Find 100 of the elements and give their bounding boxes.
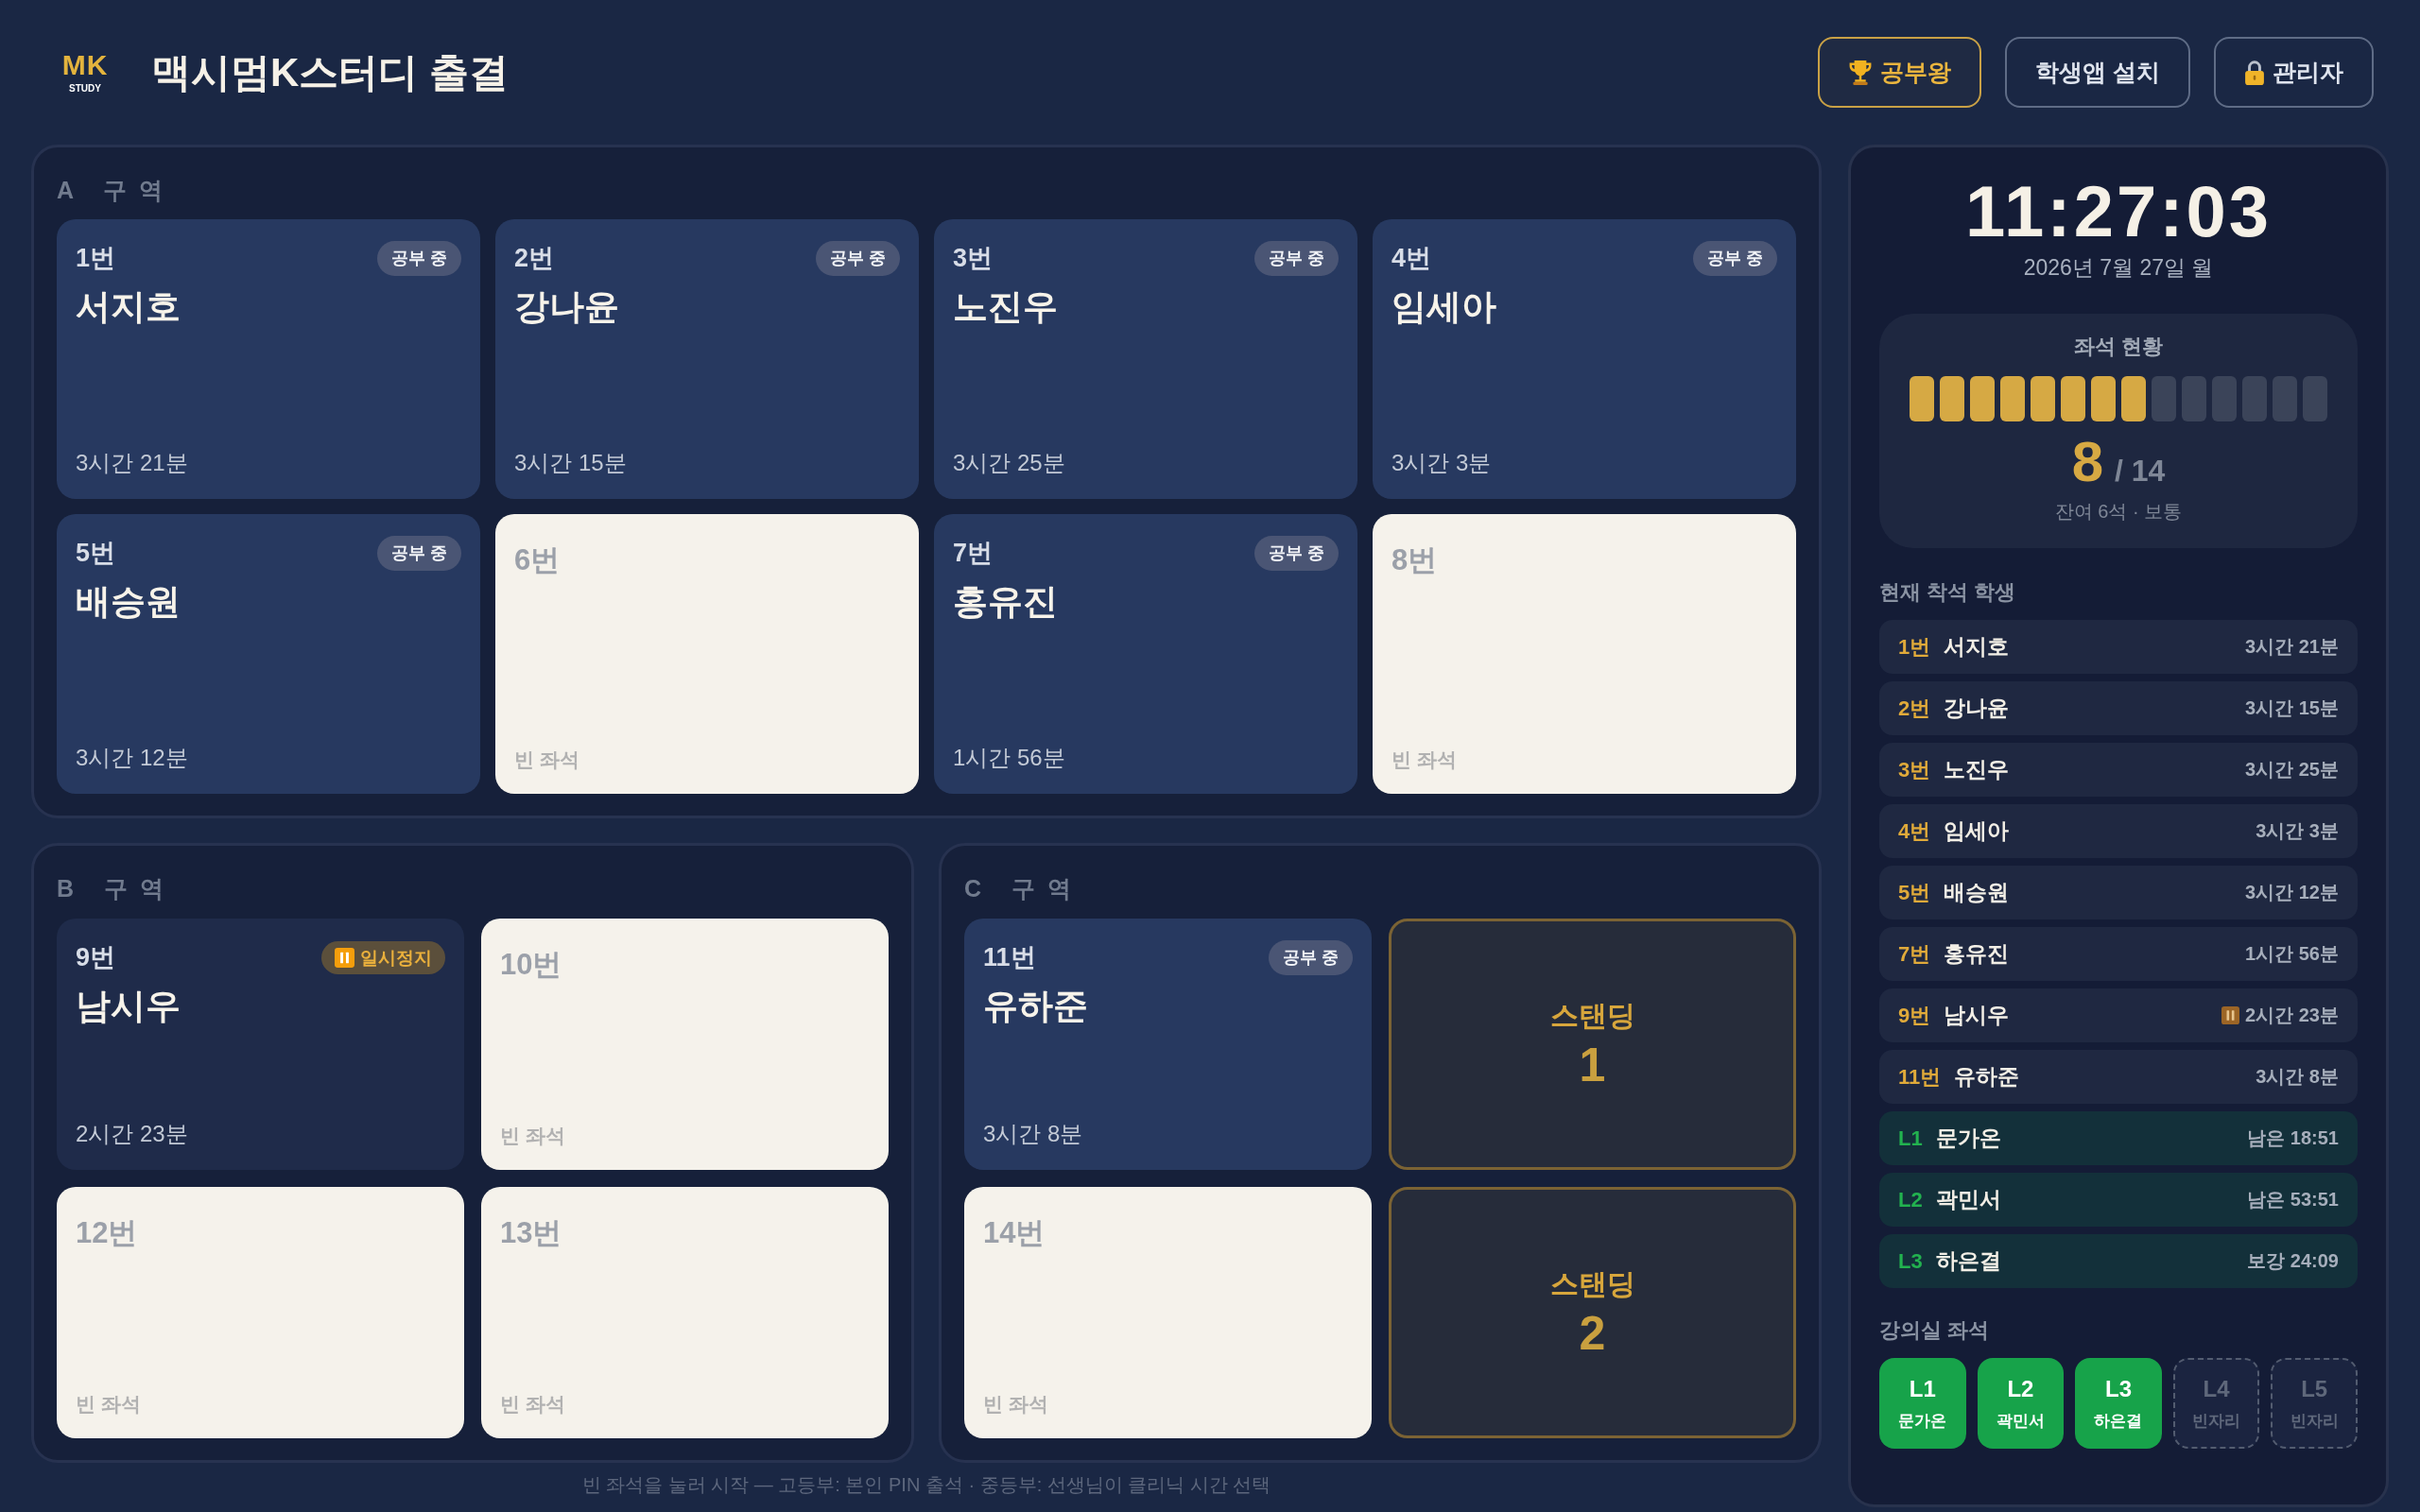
standing-seat-card[interactable]: 스탠딩 2 <box>1389 1187 1796 1438</box>
trophy-icon <box>1848 60 1874 85</box>
elapsed-time: 3시간 3분 <box>1392 449 1492 477</box>
elapsed-time: 3시간 12분 <box>76 744 188 772</box>
seat-card[interactable]: 1번 공부 중 서지호 3시간 21분 <box>57 219 480 499</box>
footer-note: 빈 좌석을 눌러 시작 — 고등부: 본인 PIN 출석 · 중등부: 선생님이 클리닉 시간 선택 <box>581 1474 1271 1495</box>
seat-card[interactable]: 7번 공부 중 홍유진 1시간 56분 <box>934 514 1357 794</box>
elapsed-time: 1시간 56분 <box>2245 942 2339 966</box>
elapsed-time: 3시간 25분 <box>2245 758 2339 782</box>
section-title: 강의실 좌석 <box>1879 1317 1990 1344</box>
elapsed-time: 남은 53:51 <box>2247 1188 2339 1211</box>
ranking-button[interactable]: 공부왕 <box>1818 37 1982 108</box>
logo-subtext: STUDY <box>69 83 101 94</box>
admin-button[interactable]: 관리자 <box>2214 37 2374 108</box>
pause-icon <box>2221 1006 2240 1024</box>
status-badge: 공부 중 <box>1254 240 1339 276</box>
seat-number: 1번 <box>76 243 116 274</box>
status-badge: 공부 중 <box>816 240 900 276</box>
seat-number: 14번 <box>983 1215 1046 1251</box>
seat-number: 12번 <box>76 1215 138 1251</box>
seat-number: 10번 <box>500 947 562 983</box>
student-name: 서지호 <box>76 286 181 328</box>
status-badge: 공부 중 <box>1269 939 1353 975</box>
pause-icon <box>335 947 354 968</box>
install-button[interactable]: 학생앱 설치 <box>2005 37 2190 108</box>
seat-number: 5번 <box>1898 879 1931 906</box>
elapsed-time: 2시간 23분 <box>76 1120 188 1148</box>
status-label: 일시정지 <box>360 947 432 968</box>
elapsed-time: 3시간 21분 <box>76 449 188 477</box>
empty-seat-label: 빈 좌석 <box>500 1124 565 1148</box>
remaining-label: 잔여 6석 · 보통 <box>2054 500 2183 524</box>
student-name: 남시우 <box>76 986 181 1027</box>
elapsed-time: 3시간 15분 <box>2245 696 2339 720</box>
seat-number: 6번 <box>514 542 561 578</box>
elapsed-time: 3시간 8분 <box>2256 1065 2339 1089</box>
seat-card[interactable]: 11번 공부 중 유하준 3시간 8분 <box>964 919 1372 1170</box>
seat-number: 11번 <box>983 942 1036 973</box>
total-seats: / 14 <box>2115 454 2166 489</box>
student-name: 하은결 <box>1935 1247 2001 1275</box>
student-name: 배승원 <box>76 581 181 623</box>
student-name: 홍유진 <box>1944 940 2010 968</box>
standing-label: 스탠딩 <box>1549 998 1635 1033</box>
status-badge: 공부 중 <box>1693 240 1777 276</box>
seat-card[interactable]: 3번 공부 중 노진우 3시간 25분 <box>934 219 1357 499</box>
seat-number: 3번 <box>1898 756 1931 783</box>
clock-time: 11:27:03 <box>1965 172 2272 251</box>
seat-number: 7번 <box>953 538 994 569</box>
seat-card[interactable]: 2번 공부 중 강나윤 3시간 15분 <box>495 219 919 499</box>
lock-icon <box>2244 60 2265 85</box>
zone-label: B 구역 <box>57 873 175 903</box>
student-name: 노진우 <box>953 286 1058 328</box>
seat-number: 5번 <box>76 538 116 569</box>
seat-number: 2번 <box>514 243 555 274</box>
elapsed-time: 3시간 12분 <box>2245 881 2339 904</box>
elapsed-time: 남은 18:51 <box>2247 1126 2339 1150</box>
empty-seat-label: 빈 좌석 <box>514 747 579 772</box>
student-name: 강나윤 <box>514 286 619 328</box>
seat-number: 9번 <box>76 942 116 973</box>
seat-number: 2번 <box>1898 695 1931 722</box>
zone-label: C 구역 <box>964 873 1082 903</box>
seat-number: 13번 <box>500 1215 562 1251</box>
seat-number: L3 <box>1898 1248 1923 1274</box>
occupancy-title: 좌석 현황 <box>2073 334 2164 360</box>
status-badge: 공부 중 <box>377 535 461 571</box>
seat-number: 1번 <box>1898 633 1931 661</box>
seat-number: L2 <box>1898 1187 1923 1212</box>
seat-card[interactable]: 4번 공부 중 임세아 3시간 3분 <box>1373 219 1796 499</box>
lecture-seat[interactable]: L1 문가온 <box>1879 1358 1966 1449</box>
student-name: 남시우 <box>1944 1002 2010 1029</box>
seat-number: 8번 <box>1392 542 1438 578</box>
elapsed-time: 3시간 3분 <box>2256 819 2339 843</box>
zone-label: A 구역 <box>57 175 175 205</box>
elapsed-time: 3시간 21분 <box>2245 635 2339 659</box>
elapsed-time: 3시간 15분 <box>514 449 627 477</box>
student-name: 서지호 <box>1944 633 2010 661</box>
student-name: 노진우 <box>1944 756 2010 783</box>
student-name: 임세아 <box>1392 286 1496 328</box>
elapsed-time: 3시간 8분 <box>983 1120 1083 1148</box>
standing-number: 1 <box>1579 1037 1606 1092</box>
seat-number: 11번 <box>1898 1063 1942 1091</box>
elapsed-time: 보강 24:09 <box>2247 1249 2339 1273</box>
standing-seat-card[interactable]: 스탠딩 1 <box>1389 919 1796 1170</box>
seat-card[interactable]: 5번 공부 중 배승원 3시간 12분 <box>57 514 480 794</box>
seat-card[interactable]: 9번 일시정지 남시우 2시간 23분 <box>57 919 464 1170</box>
seat-number: 4번 <box>1898 817 1931 845</box>
seat-number: 7번 <box>1898 940 1931 968</box>
lecture-seat[interactable]: L2 곽민서 <box>1977 1358 2065 1449</box>
app-title: 맥시멈K스터디 출결 <box>151 48 509 96</box>
elapsed-time: 2시간 23분 <box>2245 1004 2339 1027</box>
empty-seat-label: 빈 좌석 <box>76 1392 141 1417</box>
empty-seat-label: 빈 좌석 <box>500 1392 565 1417</box>
student-name: 홍유진 <box>953 581 1058 623</box>
lecture-seat[interactable]: L3 하은결 <box>2075 1358 2162 1449</box>
elapsed-time: 1시간 56분 <box>953 744 1065 772</box>
elapsed-time: 3시간 25분 <box>953 449 1065 477</box>
student-name: 배승원 <box>1944 879 2010 906</box>
standing-number: 2 <box>1579 1305 1606 1361</box>
seat-number: 9번 <box>1898 1002 1931 1029</box>
student-name: 유하준 <box>1954 1063 2020 1091</box>
empty-seat-label: 빈 좌석 <box>1392 747 1457 772</box>
